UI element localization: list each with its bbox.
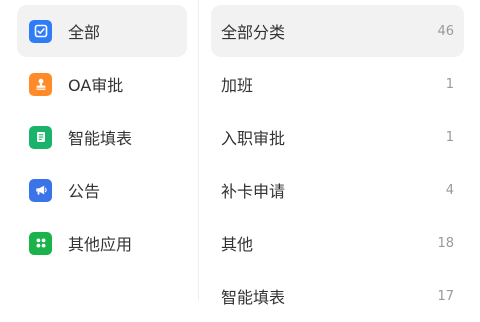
subcategory-item-smart-form[interactable]: 智能填表 17 xyxy=(211,270,464,322)
subcategory-item-overtime[interactable]: 加班 1 xyxy=(211,58,464,110)
subcategory-item-all[interactable]: 全部分类 46 xyxy=(211,5,464,57)
subcategory-item-punch-correction[interactable]: 补卡申请 4 xyxy=(211,164,464,216)
subcategory-count: 46 xyxy=(437,23,454,39)
subcategory-label: 智能填表 xyxy=(221,288,286,307)
subcategory-label: 加班 xyxy=(221,76,254,95)
subcategory-item-other[interactable]: 其他 18 xyxy=(211,217,464,269)
subcategory-count: 17 xyxy=(437,288,454,304)
subcategory-count: 1 xyxy=(445,129,454,145)
category-item-announcement[interactable]: 公告 xyxy=(17,164,187,216)
app-root: 全部 OA审批 智能填表 公告 其他应用 全部分类 46 加班 1 入职审批 1… xyxy=(0,0,480,307)
category-sidebar: 全部 OA审批 智能填表 公告 其他应用 xyxy=(0,0,199,300)
grid-apps-icon xyxy=(29,231,52,255)
subcategory-label: 补卡申请 xyxy=(221,182,286,201)
category-label: 公告 xyxy=(68,182,101,201)
category-label: 智能填表 xyxy=(68,129,133,148)
category-item-other-apps[interactable]: 其他应用 xyxy=(17,217,187,269)
subcategory-count: 18 xyxy=(437,235,454,251)
subcategory-label: 入职审批 xyxy=(221,129,286,148)
all-apps-icon xyxy=(29,19,52,43)
subcategory-label: 全部分类 xyxy=(221,23,286,42)
category-item-all[interactable]: 全部 xyxy=(17,5,187,57)
category-item-oa-approval[interactable]: OA审批 xyxy=(17,58,187,110)
subcategory-list: 全部分类 46 加班 1 入职审批 1 补卡申请 4 其他 18 智能填表 17 xyxy=(199,0,480,307)
approval-stamp-icon xyxy=(29,72,52,96)
subcategory-count: 1 xyxy=(445,76,454,92)
category-label: 全部 xyxy=(68,23,101,42)
category-item-smart-form[interactable]: 智能填表 xyxy=(17,111,187,163)
category-label: OA审批 xyxy=(68,76,124,95)
announcement-icon xyxy=(29,178,52,202)
subcategory-item-onboarding[interactable]: 入职审批 1 xyxy=(211,111,464,163)
category-label: 其他应用 xyxy=(68,235,133,254)
form-document-icon xyxy=(29,125,52,149)
subcategory-label: 其他 xyxy=(221,235,254,254)
subcategory-count: 4 xyxy=(445,182,454,198)
